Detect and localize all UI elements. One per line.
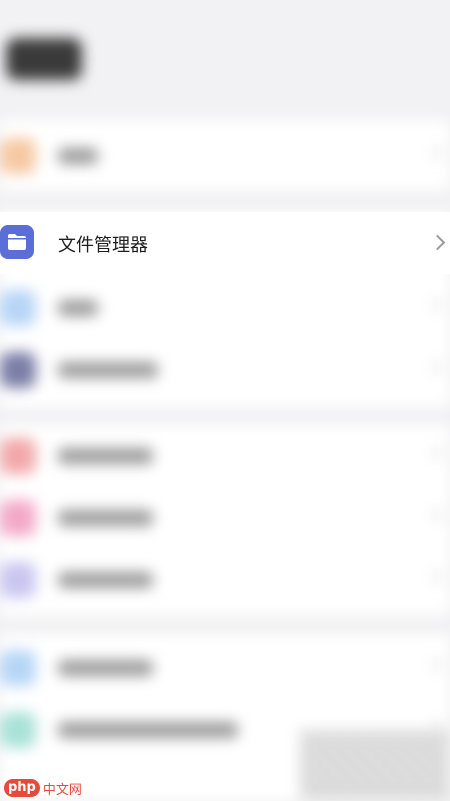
page-title <box>6 38 82 80</box>
chevron-right-icon <box>427 145 443 161</box>
watermark: php 中文网 <box>4 778 82 798</box>
app-icon <box>0 500 36 536</box>
settings-row[interactable] <box>0 486 450 548</box>
row-label <box>58 300 98 316</box>
settings-row[interactable] <box>0 338 450 400</box>
app-icon <box>0 138 36 174</box>
row-label <box>58 448 153 464</box>
row-label <box>58 510 153 526</box>
row-label <box>58 362 158 378</box>
row-label <box>58 660 153 676</box>
settings-row[interactable] <box>0 424 450 486</box>
app-icon <box>0 650 36 686</box>
watermark-badge: php <box>4 779 40 797</box>
row-label <box>58 572 153 588</box>
file-manager-label: 文件管理器 <box>58 235 148 256</box>
chevron-right-icon <box>427 297 443 313</box>
settings-row[interactable] <box>0 636 450 698</box>
settings-row[interactable] <box>0 276 450 338</box>
app-icon <box>0 562 36 598</box>
chevron-right-icon <box>427 359 443 375</box>
blurred-qr-patch <box>300 730 450 801</box>
settings-row[interactable] <box>0 548 450 610</box>
chevron-right-icon <box>427 657 443 673</box>
app-icon <box>0 712 36 748</box>
watermark-text: 中文网 <box>42 782 82 798</box>
folder-icon <box>0 225 34 259</box>
row-label <box>58 148 98 164</box>
row-label <box>58 722 238 738</box>
chevron-right-icon <box>427 445 443 461</box>
chevron-right-icon <box>427 507 443 523</box>
chevron-right-icon <box>427 569 443 585</box>
app-icon <box>0 352 36 388</box>
settings-row[interactable] <box>0 124 450 186</box>
app-icon <box>0 438 36 474</box>
app-icon <box>0 290 36 326</box>
